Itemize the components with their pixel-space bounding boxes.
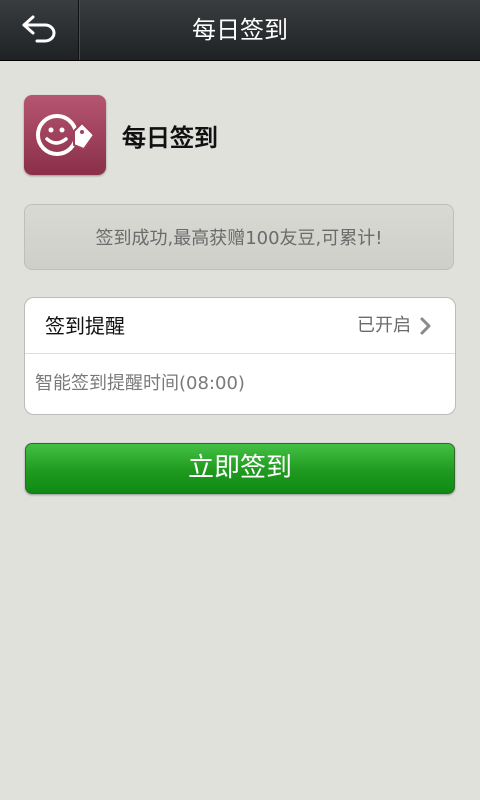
checkin-notice: 签到成功,最高获赠100友豆,可累计! bbox=[24, 204, 454, 270]
reminder-card: 签到提醒 已开启 智能签到提醒时间(08:00) bbox=[24, 297, 456, 415]
chevron-right-icon bbox=[419, 316, 433, 336]
reminder-row[interactable]: 签到提醒 已开启 bbox=[25, 298, 455, 354]
checkin-now-button[interactable]: 立即签到 bbox=[25, 443, 455, 494]
app-title: 每日签到 bbox=[122, 123, 218, 152]
notice-text: 签到成功,最高获赠100友豆,可累计! bbox=[95, 228, 383, 249]
reminder-label: 签到提醒 bbox=[45, 314, 125, 338]
page-title: 每日签到 bbox=[192, 16, 288, 44]
reminder-time-text: 智能签到提醒时间(08:00) bbox=[35, 373, 245, 394]
smiley-tag-icon bbox=[24, 95, 106, 175]
reminder-status: 已开启 bbox=[357, 315, 411, 336]
app-header: 每日签到 bbox=[24, 95, 218, 175]
top-bar: 每日签到 bbox=[0, 0, 480, 61]
